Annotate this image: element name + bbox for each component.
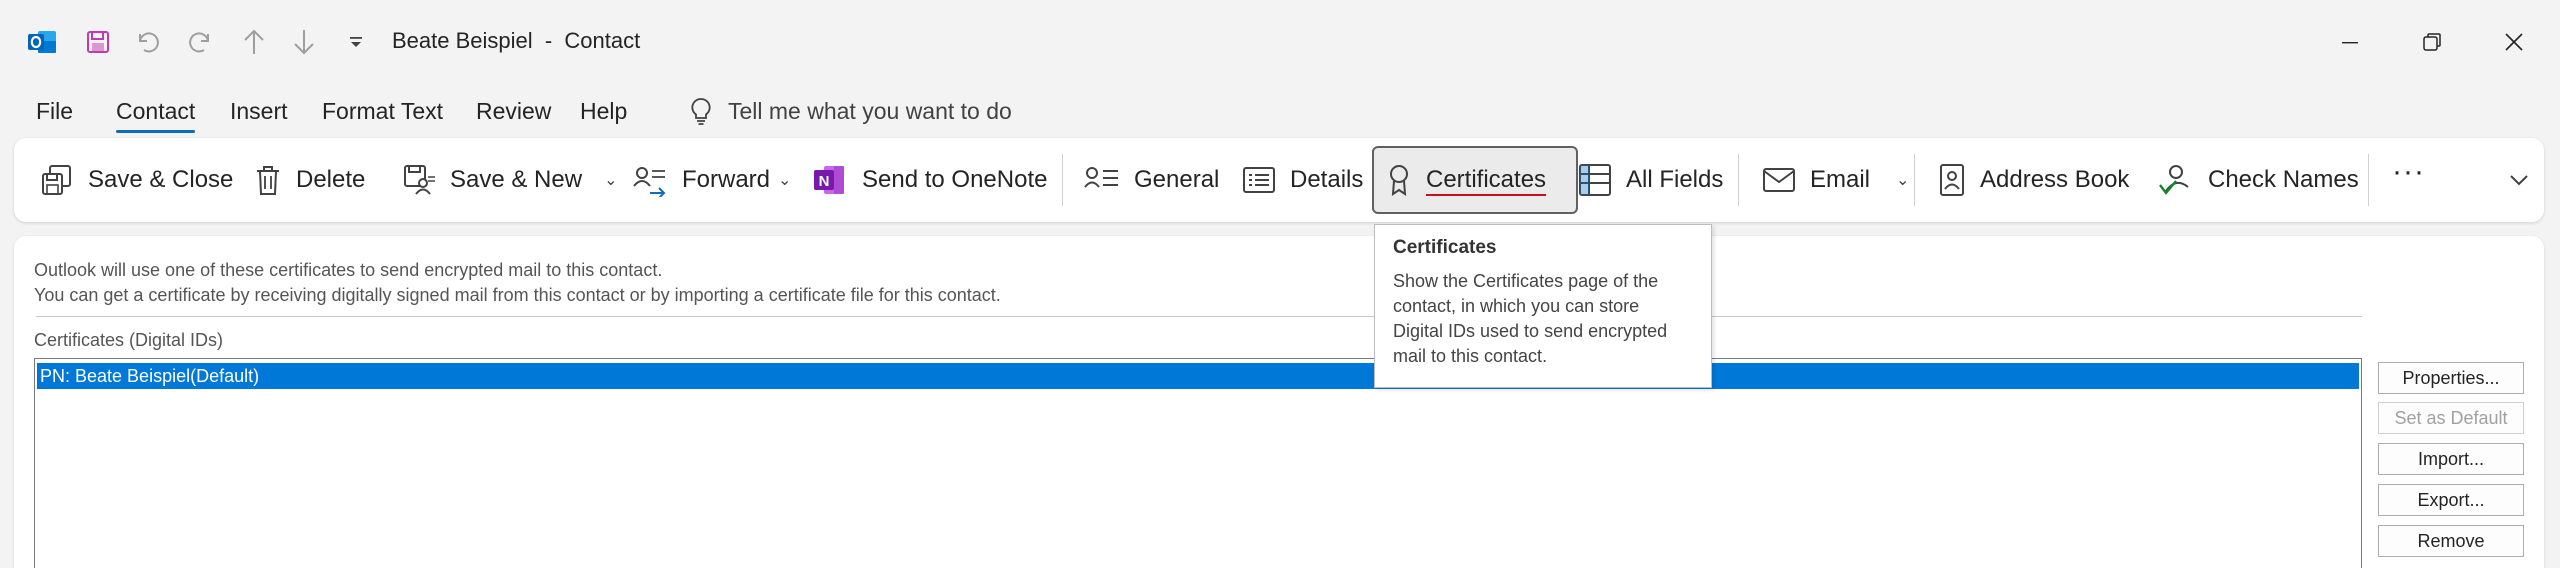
certificates-info: Outlook will use one of these certificat… [34, 258, 1001, 308]
lightbulb-icon [691, 98, 711, 125]
tooltip-title: Certificates [1393, 237, 1497, 258]
redo-icon[interactable] [180, 22, 220, 62]
details-label: Details [1290, 166, 1364, 193]
divider-line [36, 316, 2362, 317]
close-icon [2505, 33, 2523, 51]
save-close-icon [42, 165, 71, 195]
save-close-button[interactable]: Save & Close [40, 146, 233, 214]
close-button[interactable] [2474, 14, 2554, 70]
tooltip-body: Show the Certificates page of the contac… [1393, 271, 1668, 366]
delete-button[interactable]: Delete [254, 146, 365, 214]
address-book-button[interactable]: Address Book [1938, 146, 2129, 214]
email-label: Email [1810, 166, 1871, 193]
tab-format-text[interactable]: Format Text [322, 98, 443, 131]
general-label: General [1134, 166, 1220, 193]
all-fields-button[interactable]: All Fields [1578, 146, 1723, 214]
export-button[interactable]: Export... [2378, 484, 2524, 516]
mail-icon [1763, 168, 1795, 192]
certificates-tooltip: Certificates Show the Certificates page … [1374, 224, 1712, 388]
tab-review[interactable]: Review [476, 98, 551, 131]
address-book-label: Address Book [1980, 166, 2130, 193]
tab-file[interactable]: File [36, 98, 73, 131]
certificates-list-label: Certificates (Digital IDs) [34, 330, 224, 350]
onenote-icon-letter: N [819, 173, 830, 190]
forward-contact-icon [633, 167, 666, 197]
forward-button[interactable]: Forward ⌄ [632, 146, 791, 214]
tab-contact[interactable]: Contact [116, 98, 196, 133]
check-names-label: Check Names [2208, 166, 2359, 193]
more-options-icon: ··· [2392, 155, 2425, 188]
properties-button[interactable]: Properties... [2378, 362, 2524, 394]
save-new-icon [404, 165, 435, 195]
chevron-down-icon [2510, 175, 2528, 186]
certificate-list-item[interactable]: PN: Beate Beispiel(Default) [37, 363, 2359, 389]
title-bar: Beate Beispiel - Contact [0, 0, 2560, 86]
forward-dropdown-icon[interactable]: ⌄ [778, 170, 791, 190]
ribbon-divider [1062, 154, 1063, 206]
email-button[interactable]: Email ⌄ [1762, 146, 1909, 214]
onenote-icon: N [814, 166, 844, 194]
details-icon [1243, 167, 1275, 193]
minimize-button[interactable] [2310, 14, 2390, 70]
restore-button[interactable] [2392, 14, 2472, 70]
save-icon[interactable] [78, 22, 118, 62]
check-names-icon [2159, 165, 2189, 195]
save-new-dropdown-icon[interactable]: ⌄ [604, 170, 617, 190]
general-button[interactable]: General [1084, 146, 1219, 214]
tab-help[interactable]: Help [580, 98, 627, 131]
certificates-listbox[interactable]: PN: Beate Beispiel(Default) [34, 358, 2362, 568]
customize-toolbar-icon[interactable] [336, 22, 376, 62]
send-to-onenote-button[interactable]: N Send to OneNote [812, 146, 1047, 214]
all-fields-icon [1579, 164, 1611, 196]
all-fields-label: All Fields [1626, 166, 1724, 193]
minimize-icon [2342, 42, 2358, 44]
certificate-ribbon-icon [1390, 165, 1408, 196]
undo-icon[interactable] [128, 22, 168, 62]
ribbon: Save & Close Delete Save & New ⌄ Forward… [14, 138, 2544, 222]
arrow-up-icon[interactable] [234, 22, 274, 62]
certificates-label: Certificates [1426, 166, 1547, 193]
trash-icon [257, 166, 279, 195]
info-line-2: You can get a certificate by receiving d… [34, 285, 1001, 305]
tell-me-search[interactable]: Tell me what you want to do [688, 96, 1012, 126]
send-to-onenote-label: Send to OneNote [862, 166, 1048, 193]
tab-insert[interactable]: Insert [230, 98, 288, 131]
restore-icon [2423, 33, 2441, 51]
import-button[interactable]: Import... [2378, 443, 2524, 475]
forward-label: Forward [682, 166, 771, 193]
more-options-button[interactable]: ··· [2392, 138, 2425, 206]
general-icon [1084, 167, 1118, 188]
arrow-down-icon[interactable] [284, 22, 324, 62]
remove-button[interactable]: Remove [2378, 525, 2524, 557]
save-new-label: Save & New [450, 166, 583, 193]
outlook-logo-icon [22, 22, 62, 62]
save-close-label: Save & Close [88, 166, 234, 193]
check-names-button[interactable]: Check Names [2158, 146, 2359, 214]
email-dropdown-icon[interactable]: ⌄ [1896, 170, 1909, 190]
set-as-default-button[interactable]: Set as Default [2378, 402, 2524, 434]
menu-bar: File Contact Insert Format Text Review H… [0, 92, 1200, 136]
tell-me-text: Tell me what you want to do [728, 97, 1012, 124]
window-title: Beate Beispiel - Contact [392, 28, 641, 53]
ribbon-divider [1738, 154, 1739, 206]
delete-label: Delete [296, 166, 366, 193]
save-new-button[interactable]: Save & New ⌄ [402, 146, 617, 214]
info-line-1: Outlook will use one of these certificat… [34, 260, 663, 280]
certificates-button[interactable]: Certificates [1372, 146, 1578, 214]
ribbon-divider [2368, 154, 2369, 206]
address-book-icon [1940, 164, 1964, 196]
details-button[interactable]: Details [1242, 146, 1363, 214]
ribbon-divider [1914, 154, 1915, 206]
ribbon-collapse-button[interactable] [2508, 158, 2530, 202]
